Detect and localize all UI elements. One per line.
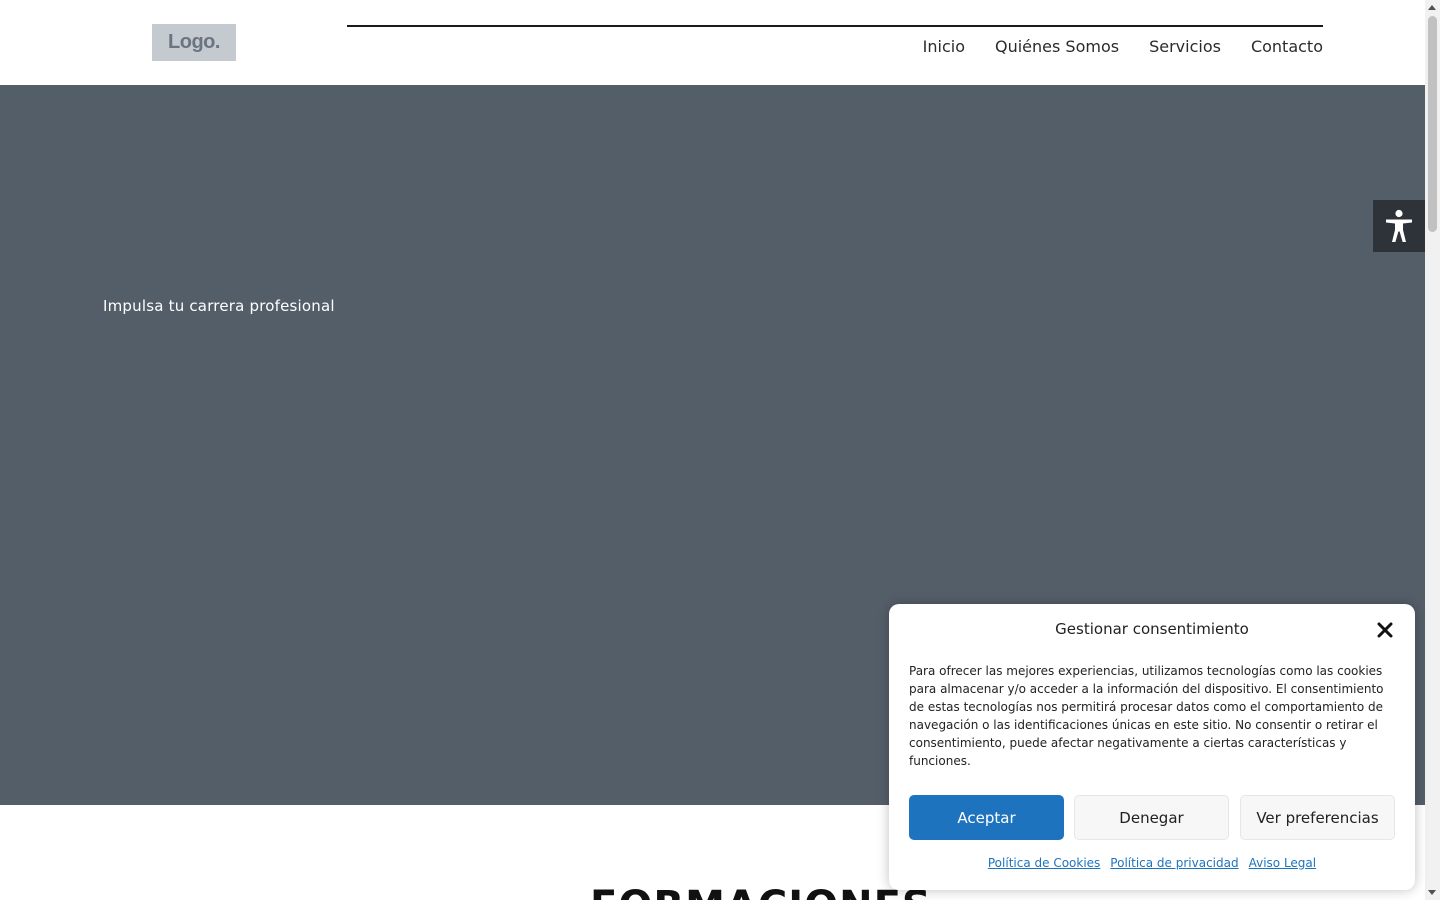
close-button[interactable] (1376, 621, 1394, 639)
consent-message: Para ofrecer las mejores experiencias, u… (909, 664, 1384, 768)
close-icon (1377, 622, 1393, 638)
main-nav: Inicio Quiénes Somos Servicios Contacto (923, 35, 1323, 59)
accept-button[interactable]: Aceptar (909, 795, 1064, 840)
section-heading: FORMACIONES (590, 886, 932, 900)
consent-links: Política de Cookies Política de privacid… (889, 856, 1415, 870)
accessibility-button[interactable] (1373, 200, 1425, 252)
view-preferences-button[interactable]: Ver preferencias (1240, 795, 1395, 840)
nav-divider (347, 25, 1323, 27)
hero-tagline: Impulsa tu carrera profesional (103, 297, 335, 315)
nav-item-contacto[interactable]: Contacto (1251, 35, 1323, 59)
deny-button[interactable]: Denegar (1074, 795, 1229, 840)
privacy-policy-link[interactable]: Política de privacidad (1110, 856, 1238, 870)
site-logo[interactable]: Logo. (152, 24, 236, 61)
cookie-policy-link[interactable]: Política de Cookies (988, 856, 1100, 870)
nav-item-quienes-somos[interactable]: Quiénes Somos (995, 35, 1119, 59)
scrollbar-thumb[interactable] (1428, 16, 1437, 232)
scroll-up-arrow-icon[interactable] (1428, 5, 1436, 10)
nav-item-inicio[interactable]: Inicio (923, 35, 965, 59)
page-scrollbar[interactable] (1425, 0, 1440, 900)
site-header: Logo. Inicio Quiénes Somos Servicios Con… (0, 0, 1425, 85)
scroll-down-arrow-icon[interactable] (1428, 890, 1436, 895)
consent-title: Gestionar consentimiento (1055, 620, 1249, 638)
accessibility-person-icon (1386, 209, 1412, 242)
legal-notice-link[interactable]: Aviso Legal (1249, 856, 1317, 870)
nav-item-servicios[interactable]: Servicios (1149, 35, 1221, 59)
cookie-consent-dialog: Gestionar consentimiento Para ofrecer la… (889, 604, 1415, 890)
